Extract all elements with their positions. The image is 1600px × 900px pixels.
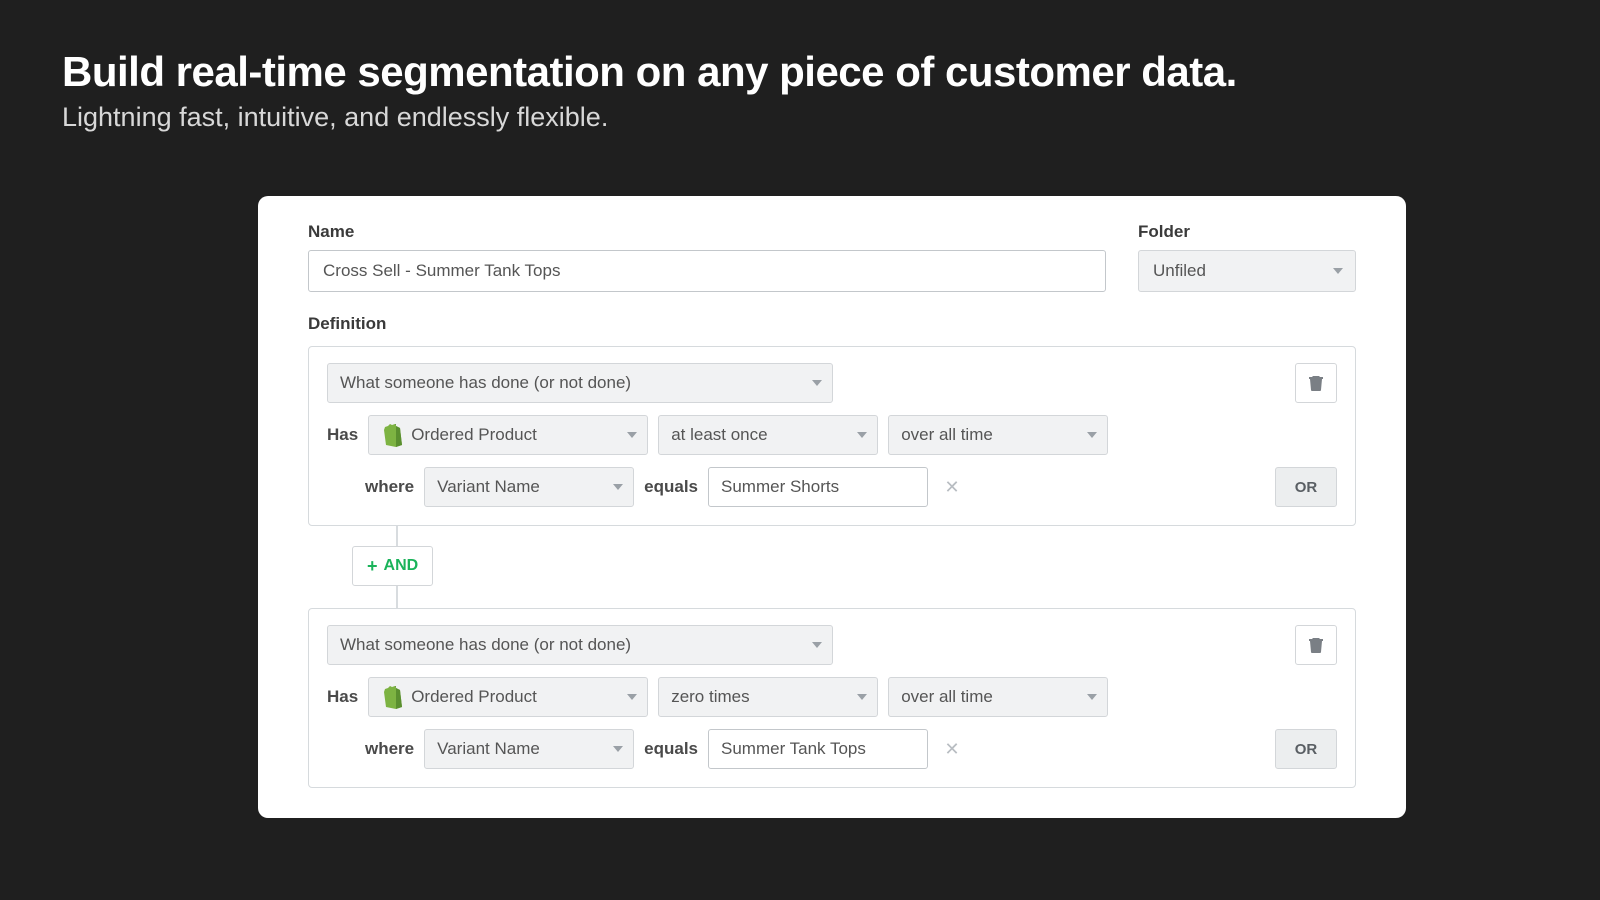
close-icon: ✕ xyxy=(944,477,959,498)
field-select-value: Variant Name xyxy=(437,739,540,759)
and-button-label: AND xyxy=(384,557,419,575)
chevron-down-icon xyxy=(1087,432,1097,438)
condition-type-select[interactable]: What someone has done (or not done) xyxy=(327,625,833,665)
condition-type-value: What someone has done (or not done) xyxy=(340,373,631,393)
frequency-select-value: zero times xyxy=(671,687,749,707)
segment-builder-card: Name Folder Unfiled Definition What some… xyxy=(258,196,1406,818)
delete-condition-button[interactable] xyxy=(1295,363,1337,403)
timeframe-select-value: over all time xyxy=(901,425,993,445)
remove-filter-button[interactable]: ✕ xyxy=(938,473,966,501)
value-input[interactable] xyxy=(708,467,928,507)
or-button[interactable]: OR xyxy=(1275,467,1337,507)
page-title: Build real-time segmentation on any piec… xyxy=(62,48,1600,96)
or-button[interactable]: OR xyxy=(1275,729,1337,769)
close-icon: ✕ xyxy=(944,739,959,760)
folder-select-value: Unfiled xyxy=(1153,261,1206,281)
plus-icon: + xyxy=(367,557,378,575)
timeframe-select-value: over all time xyxy=(901,687,993,707)
timeframe-select[interactable]: over all time xyxy=(888,677,1108,717)
timeframe-select[interactable]: over all time xyxy=(888,415,1108,455)
chevron-down-icon xyxy=(1087,694,1097,700)
where-label: where xyxy=(365,739,414,759)
folder-select[interactable]: Unfiled xyxy=(1138,250,1356,292)
remove-filter-button[interactable]: ✕ xyxy=(938,735,966,763)
folder-label: Folder xyxy=(1138,222,1356,242)
chevron-down-icon xyxy=(812,380,822,386)
delete-condition-button[interactable] xyxy=(1295,625,1337,665)
chevron-down-icon xyxy=(613,746,623,752)
add-and-button[interactable]: + AND xyxy=(352,546,433,586)
chevron-down-icon xyxy=(627,694,637,700)
condition-type-select[interactable]: What someone has done (or not done) xyxy=(327,363,833,403)
definition-label: Definition xyxy=(308,314,1356,334)
page-subtitle: Lightning fast, intuitive, and endlessly… xyxy=(62,102,1600,133)
field-select[interactable]: Variant Name xyxy=(424,729,634,769)
has-label: Has xyxy=(327,425,358,445)
where-label: where xyxy=(365,477,414,497)
frequency-select[interactable]: zero times xyxy=(658,677,878,717)
product-select[interactable]: Ordered Product xyxy=(368,677,648,717)
name-label: Name xyxy=(308,222,1106,242)
has-label: Has xyxy=(327,687,358,707)
condition-type-value: What someone has done (or not done) xyxy=(340,635,631,655)
value-input[interactable] xyxy=(708,729,928,769)
chevron-down-icon xyxy=(1333,268,1343,274)
chevron-down-icon xyxy=(627,432,637,438)
product-select-value: Ordered Product xyxy=(411,687,627,707)
equals-label: equals xyxy=(644,477,698,497)
shopify-icon xyxy=(381,423,403,447)
frequency-select-value: at least once xyxy=(671,425,767,445)
chevron-down-icon xyxy=(857,432,867,438)
chevron-down-icon xyxy=(613,484,623,490)
chevron-down-icon xyxy=(812,642,822,648)
field-select[interactable]: Variant Name xyxy=(424,467,634,507)
trash-icon xyxy=(1309,637,1323,653)
segment-name-input[interactable] xyxy=(308,250,1106,292)
condition-block: What someone has done (or not done) Has … xyxy=(308,608,1356,788)
frequency-select[interactable]: at least once xyxy=(658,415,878,455)
product-select-value: Ordered Product xyxy=(411,425,627,445)
chevron-down-icon xyxy=(857,694,867,700)
shopify-icon xyxy=(381,685,403,709)
condition-connector: + AND xyxy=(352,526,1356,608)
field-select-value: Variant Name xyxy=(437,477,540,497)
condition-block: What someone has done (or not done) Has … xyxy=(308,346,1356,526)
trash-icon xyxy=(1309,375,1323,391)
equals-label: equals xyxy=(644,739,698,759)
product-select[interactable]: Ordered Product xyxy=(368,415,648,455)
